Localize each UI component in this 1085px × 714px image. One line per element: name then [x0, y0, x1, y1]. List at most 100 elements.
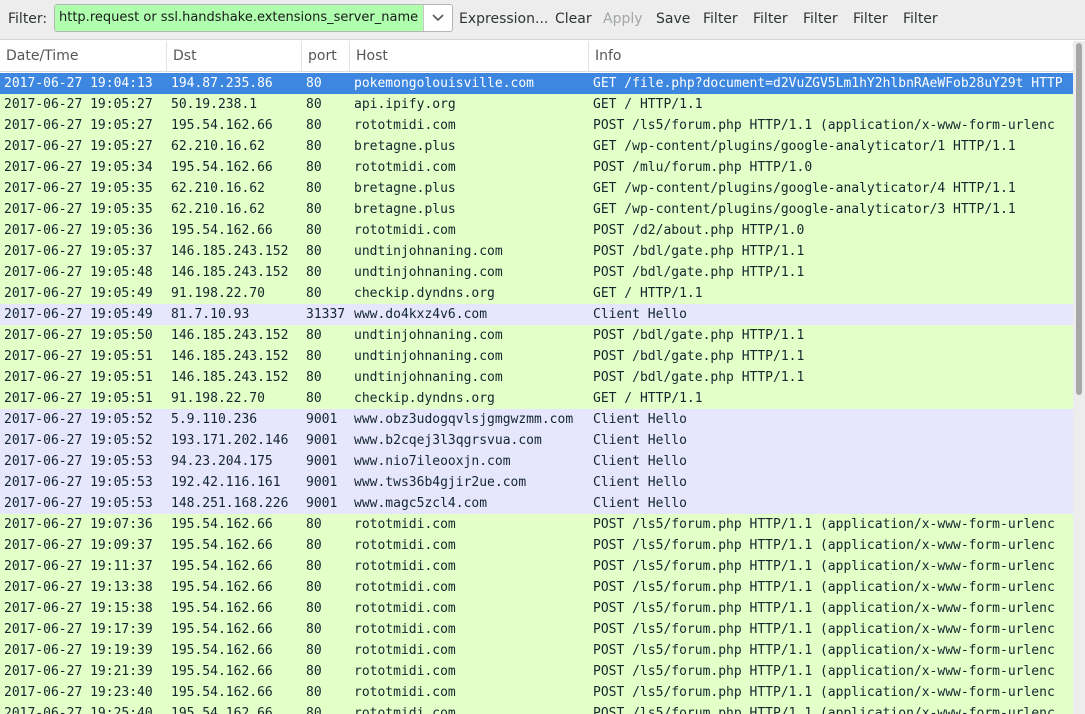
column-header-port[interactable]: port	[302, 41, 350, 71]
packet-row[interactable]: 2017-06-27 19:05:36 195.54.162.66 80 rototm…	[0, 220, 1073, 241]
cell-dst: 81.7.10.93	[171, 307, 250, 322]
cell-info: GET / HTTP/1.1	[593, 391, 703, 406]
packet-row[interactable]: 2017-06-27 19:05:53 148.251.168.226 9001 ww…	[0, 493, 1073, 514]
cell-port: 80	[306, 139, 322, 154]
packet-row[interactable]: 2017-06-27 19:05:49 91.198.22.70 80 checkip…	[0, 283, 1073, 304]
cell-info: POST /bdl/gate.php HTTP/1.1	[593, 370, 805, 385]
packet-row[interactable]: 2017-06-27 19:09:37 195.54.162.66 80 rototm…	[0, 535, 1073, 556]
cell-dst: 195.54.162.66	[171, 664, 273, 679]
cell-datetime: 2017-06-27 19:05:52	[4, 433, 153, 448]
cell-host: rototmidi.com	[354, 622, 456, 637]
packet-row-selected[interactable]: 2017-06-27 19:04:13 194.87.235.86 80 pokemo…	[0, 73, 1073, 94]
cell-datetime: 2017-06-27 19:21:39	[4, 664, 153, 679]
cell-port: 80	[306, 643, 322, 658]
cell-dst: 62.210.16.62	[171, 202, 265, 217]
cell-port: 80	[306, 601, 322, 616]
packet-row[interactable]: 2017-06-27 19:05:51 91.198.22.70 80 checkip…	[0, 388, 1073, 409]
cell-host: rototmidi.com	[354, 160, 456, 175]
packet-row[interactable]: 2017-06-27 19:23:40 195.54.162.66 80 rototm…	[0, 682, 1073, 703]
cell-info: GET /wp-content/plugins/google-analytica…	[593, 202, 1016, 217]
cell-info: POST /ls5/forum.php HTTP/1.1 (applicatio…	[593, 643, 1055, 658]
cell-info: POST /ls5/forum.php HTTP/1.1 (applicatio…	[593, 559, 1055, 574]
packet-row[interactable]: 2017-06-27 19:25:40 195.54.162.66 80 rototm…	[0, 703, 1073, 714]
cell-dst: 146.185.243.152	[171, 265, 289, 280]
apply-button[interactable]: Apply	[603, 11, 643, 28]
packet-row[interactable]: 2017-06-27 19:13:38 195.54.162.66 80 rototm…	[0, 577, 1073, 598]
packet-row[interactable]: 2017-06-27 19:05:52 193.171.202.146 9001 ww…	[0, 430, 1073, 451]
packet-row[interactable]: 2017-06-27 19:15:38 195.54.162.66 80 rototm…	[0, 598, 1073, 619]
packet-row[interactable]: 2017-06-27 19:05:27 195.54.162.66 80 rototm…	[0, 115, 1073, 136]
cell-info: Client Hello	[593, 433, 687, 448]
cell-info: POST /ls5/forum.php HTTP/1.1 (applicatio…	[593, 601, 1055, 616]
cell-dst: 195.54.162.66	[171, 223, 273, 238]
cell-host: bretagne.plus	[354, 181, 456, 196]
packet-row[interactable]: 2017-06-27 19:21:39 195.54.162.66 80 rototm…	[0, 661, 1073, 682]
packet-row[interactable]: 2017-06-27 19:05:49 81.7.10.93 31337 www.do…	[0, 304, 1073, 325]
clear-button[interactable]: Clear	[555, 11, 592, 28]
cell-host: bretagne.plus	[354, 139, 456, 154]
packet-row[interactable]: 2017-06-27 19:05:27 50.19.238.1 80 api.ipif…	[0, 94, 1073, 115]
cell-port: 9001	[306, 412, 338, 427]
column-header-dst[interactable]: Dst	[167, 41, 302, 71]
cell-host: api.ipify.org	[354, 97, 456, 112]
cell-host: undtinjohnaning.com	[354, 370, 503, 385]
expression-button[interactable]: Expression...	[459, 11, 548, 28]
save-button[interactable]: Save	[656, 11, 690, 28]
scrollbar-thumb[interactable]	[1076, 43, 1082, 395]
packet-row[interactable]: 2017-06-27 19:05:48 146.185.243.152 80 undt…	[0, 262, 1073, 283]
cell-info: POST /ls5/forum.php HTTP/1.1 (applicatio…	[593, 664, 1055, 679]
cell-host: rototmidi.com	[354, 223, 456, 238]
cell-info: POST /ls5/forum.php HTTP/1.1 (applicatio…	[593, 580, 1055, 595]
packet-row[interactable]: 2017-06-27 19:05:27 62.210.16.62 80 bretagn…	[0, 136, 1073, 157]
packet-row[interactable]: 2017-06-27 19:19:39 195.54.162.66 80 rototm…	[0, 640, 1073, 661]
packet-row[interactable]: 2017-06-27 19:11:37 195.54.162.66 80 rototm…	[0, 556, 1073, 577]
filter-button-5[interactable]: Filter	[903, 11, 938, 28]
cell-port: 80	[306, 391, 322, 406]
cell-info: Client Hello	[593, 307, 687, 322]
column-header-host[interactable]: Host	[350, 41, 589, 71]
cell-host: pokemongolouisville.com	[354, 76, 535, 91]
packet-row[interactable]: 2017-06-27 19:05:37 146.185.243.152 80 undt…	[0, 241, 1073, 262]
cell-port: 80	[306, 118, 322, 133]
packet-row[interactable]: 2017-06-27 19:05:35 62.210.16.62 80 bretagn…	[0, 178, 1073, 199]
cell-port: 80	[306, 160, 322, 175]
packet-row[interactable]: 2017-06-27 19:05:34 195.54.162.66 80 rototm…	[0, 157, 1073, 178]
cell-port: 80	[306, 265, 322, 280]
display-filter-input[interactable]: http.request or ssl.handshake.extensions…	[55, 5, 424, 31]
cell-port: 80	[306, 706, 322, 714]
packet-row[interactable]: 2017-06-27 19:05:53 192.42.116.161 9001 www…	[0, 472, 1073, 493]
packet-row[interactable]: 2017-06-27 19:05:53 94.23.204.175 9001 www.…	[0, 451, 1073, 472]
column-header-datetime[interactable]: Date/Time	[0, 41, 167, 71]
cell-datetime: 2017-06-27 19:05:34	[4, 160, 153, 175]
cell-host: www.magc5zcl4.com	[354, 496, 488, 511]
filter-button-3[interactable]: Filter	[803, 11, 838, 28]
cell-dst: 91.198.22.70	[171, 391, 265, 406]
packet-row[interactable]: 2017-06-27 19:05:35 62.210.16.62 80 bretagn…	[0, 199, 1073, 220]
cell-datetime: 2017-06-27 19:05:53	[4, 454, 153, 469]
cell-dst: 50.19.238.1	[171, 97, 258, 112]
cell-host: www.obz3udogqvlsjgmgwzmm.com	[354, 412, 574, 427]
column-header-info[interactable]: Info	[589, 41, 1073, 71]
packet-row[interactable]: 2017-06-27 19:05:51 146.185.243.152 80 undt…	[0, 367, 1073, 388]
cell-datetime: 2017-06-27 19:05:53	[4, 496, 153, 511]
cell-info: POST /ls5/forum.php HTTP/1.1 (applicatio…	[593, 685, 1055, 700]
filter-history-dropdown-button[interactable]	[424, 5, 452, 31]
filter-button-1[interactable]: Filter	[703, 11, 738, 28]
cell-datetime: 2017-06-27 19:13:38	[4, 580, 153, 595]
cell-datetime: 2017-06-27 19:05:51	[4, 349, 153, 364]
packet-row[interactable]: 2017-06-27 19:17:39 195.54.162.66 80 rototm…	[0, 619, 1073, 640]
packet-row[interactable]: 2017-06-27 19:05:50 146.185.243.152 80 undt…	[0, 325, 1073, 346]
packet-row[interactable]: 2017-06-27 19:05:51 146.185.243.152 80 undt…	[0, 346, 1073, 367]
cell-info: POST /d2/about.php HTTP/1.0	[593, 223, 805, 238]
cell-info: POST /ls5/forum.php HTTP/1.1 (applicatio…	[593, 517, 1055, 532]
cell-port: 31337	[306, 307, 346, 322]
cell-dst: 195.54.162.66	[171, 685, 273, 700]
cell-datetime: 2017-06-27 19:05:49	[4, 286, 153, 301]
packet-row[interactable]: 2017-06-27 19:07:36 195.54.162.66 80 rototm…	[0, 514, 1073, 535]
packet-row[interactable]: 2017-06-27 19:05:52 5.9.110.236 9001 www.ob…	[0, 409, 1073, 430]
filter-button-2[interactable]: Filter	[753, 11, 788, 28]
cell-dst: 195.54.162.66	[171, 643, 273, 658]
packet-list-scrollbar[interactable]	[1073, 41, 1085, 714]
filter-button-4[interactable]: Filter	[853, 11, 888, 28]
cell-port: 80	[306, 538, 322, 553]
